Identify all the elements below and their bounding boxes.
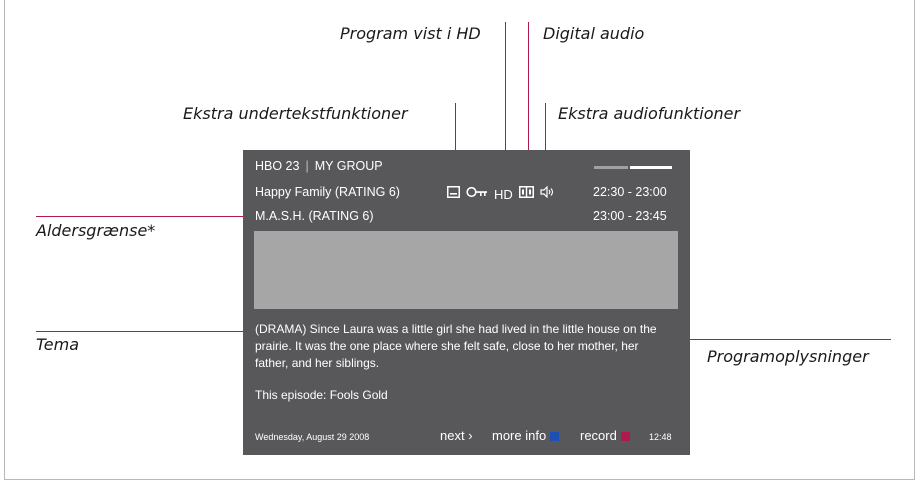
program-icons: HD	[447, 185, 554, 203]
channel-name: HBO 23	[255, 159, 300, 173]
next-label: next	[440, 428, 465, 443]
label-digital-audio: Digital audio	[543, 24, 645, 43]
next-program-title[interactable]: M.A.S.H. (RATING 6)	[255, 209, 374, 223]
channel-header: HBO 23 | MY GROUP	[255, 159, 383, 173]
hd-icon: HD	[494, 186, 513, 202]
record-button[interactable]: record	[580, 428, 630, 443]
program-info-panel: HBO 23 | MY GROUP Happy Family (RATING 6) …	[243, 150, 690, 455]
leader-line-info	[672, 339, 891, 340]
subtitle-icon	[447, 185, 460, 203]
clock-display: 12:48	[649, 432, 672, 442]
dolby-icon	[518, 185, 534, 203]
group-name: MY GROUP	[314, 159, 383, 173]
blue-button-icon	[550, 432, 560, 442]
more-info-button[interactable]: more info	[492, 428, 560, 443]
red-button-icon	[620, 432, 630, 442]
header-separator: |	[305, 159, 309, 173]
episode-title: This episode: Fools Gold	[255, 388, 388, 402]
key-icon	[466, 185, 488, 203]
program-description: (DRAMA) Since Laura was a little girl sh…	[255, 322, 657, 370]
next-button[interactable]: next ›	[440, 428, 473, 443]
record-label: record	[580, 428, 617, 443]
label-program-hd: Program vist i HD	[340, 24, 481, 43]
program-preview-area	[254, 231, 678, 309]
label-age-limit: Aldersgrænse*	[36, 221, 156, 240]
more-info-label: more info	[492, 428, 547, 443]
chevron-right-icon: ›	[468, 428, 473, 443]
audio-icon	[540, 185, 554, 203]
leader-line-age	[36, 216, 258, 217]
label-extra-subtitles: Ekstra undertekstfunktioner	[183, 104, 408, 123]
leader-line-theme	[36, 331, 258, 332]
label-program-info: Programoplysninger	[707, 347, 869, 366]
date-display: Wednesday, August 29 2008	[255, 432, 370, 442]
label-extra-audio: Ekstra audiofunktioner	[558, 104, 741, 123]
current-program-time: 22:30 - 23:00	[593, 185, 667, 199]
next-program-time: 23:00 - 23:45	[593, 209, 667, 223]
current-program-title[interactable]: Happy Family (RATING 6)	[255, 185, 400, 199]
signal-bar-dim	[594, 166, 628, 169]
label-theme: Tema	[36, 335, 80, 354]
signal-bar-bright	[630, 166, 672, 169]
